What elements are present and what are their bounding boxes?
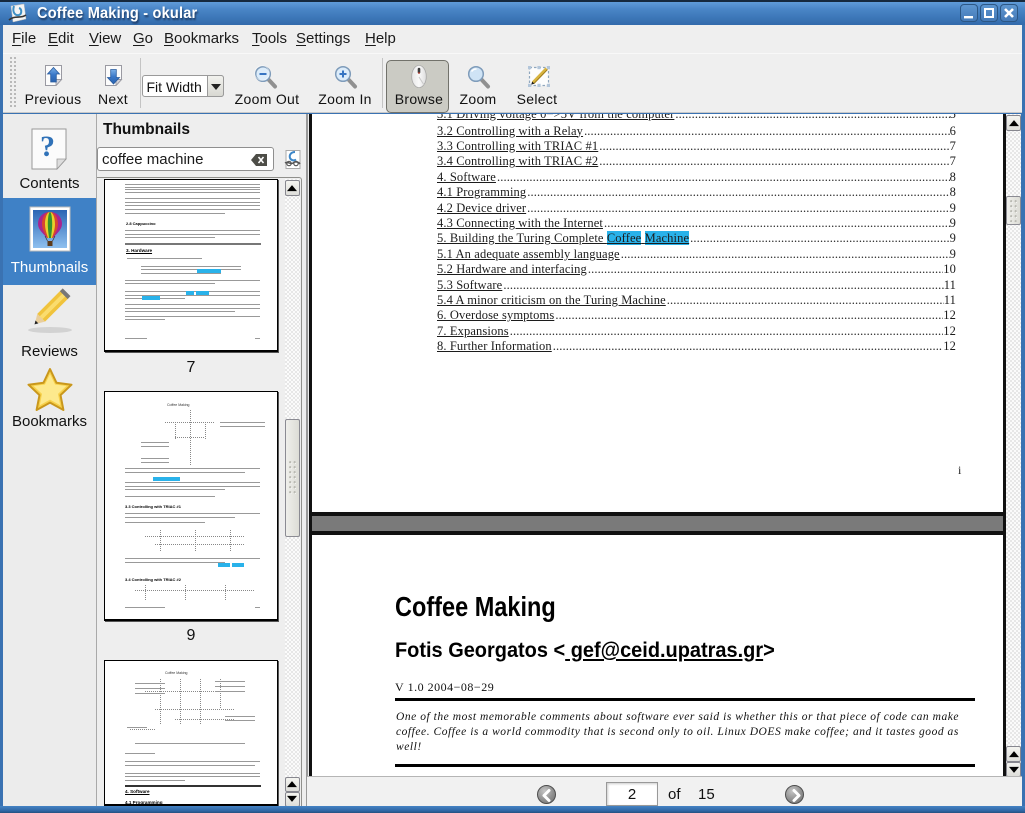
- svg-text:?: ?: [40, 130, 55, 163]
